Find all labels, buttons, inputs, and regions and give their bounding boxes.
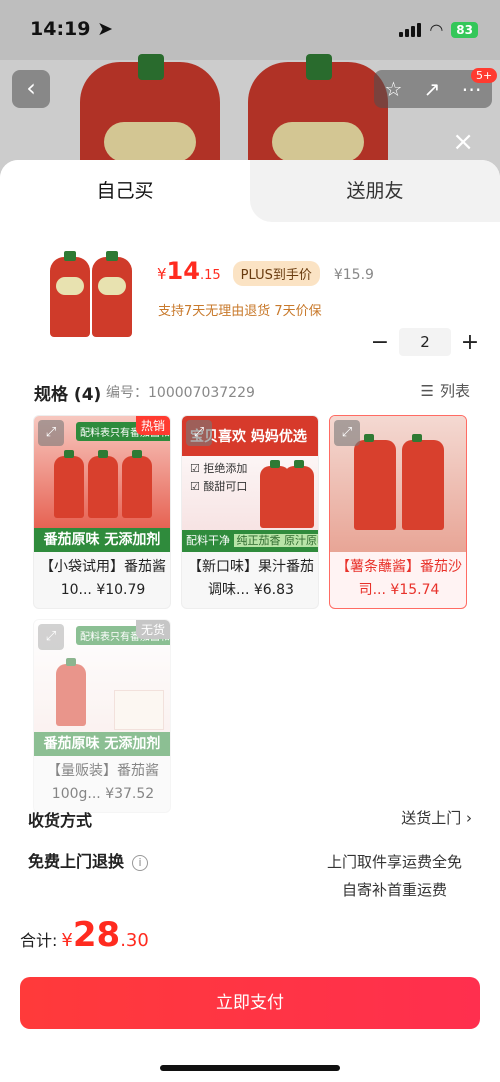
star-icon[interactable]: ☆ [385, 77, 403, 101]
home-indicator [160, 1065, 340, 1071]
feature-banner: 番茄原味 无添加剂 [34, 528, 170, 552]
chevron-left-icon: ‹ [26, 74, 36, 102]
price-decimal: .15 [199, 268, 221, 283]
purchase-sheet: 送朋友 自己买 ¥ 14 .15 PLUS到手价 ¥15.9 支持7天无理由退货… [0, 160, 500, 1082]
spec-option-fries-dip[interactable]: ⤢ 【薯条蘸酱】番茄沙司... ¥15.74 [329, 415, 467, 609]
product-thumbnail [48, 247, 138, 342]
guarantee-text: 支持7天无理由退货 7天价保 [158, 304, 322, 319]
list-icon: ☰ [420, 381, 434, 400]
quantity-input[interactable]: 2 [399, 328, 451, 356]
list-label: 列表 [439, 382, 470, 400]
back-button[interactable]: ‹ [12, 70, 50, 108]
plus-button[interactable]: + [457, 330, 483, 355]
message-badge: 5+ [471, 68, 498, 83]
delivery-method-row[interactable]: 收货方式 送货上门 › [28, 797, 472, 837]
expand-icon[interactable]: ⤢ [186, 420, 212, 446]
total-decimal: .30 [120, 930, 149, 951]
total-label: 合计: [20, 931, 58, 950]
price-row: ¥ 14 .15 PLUS到手价 ¥15.9 [157, 257, 374, 286]
spec-title: 规格 (4) [34, 385, 102, 405]
chevron-right-icon: › [466, 809, 472, 827]
returns-value: 上门取件享运费全免 自寄补首重运费 [326, 853, 462, 899]
quantity-stepper: − 2 + [367, 328, 483, 356]
option-price: ¥10.79 [96, 582, 146, 598]
expand-icon[interactable]: ⤢ [38, 420, 64, 446]
share-icon[interactable]: ↗ [424, 77, 441, 101]
sold-out-badge: 无货 [135, 620, 170, 639]
option-image: ⤢ [330, 416, 466, 552]
checkout-footer: 合计: ¥ 28 .30 立即支付 [0, 905, 500, 1082]
option-image: ⤢ 无货 配料表只有番茄酱和水 番茄原味 无添加剂 [34, 620, 170, 756]
original-price: ¥15.9 [333, 267, 374, 283]
info-icon[interactable]: i [132, 854, 149, 871]
status-bar: 14:19 ➤ ◠ 83 [0, 0, 500, 60]
option-image: ⤢ 热销 配料表只有番茄酱和水 番茄原味 无添加剂 [34, 416, 170, 552]
feature-checklist: ☑ 拒绝添加 ☑ 酸甜可口 [190, 462, 248, 493]
option-image: ⤢ 宝贝喜欢 妈妈优选 ☑ 拒绝添加 ☑ 酸甜可口 配料干净 纯正茄香 原汁原味 [182, 416, 318, 552]
status-time: 14:19 ➤ [30, 18, 114, 40]
product-summary: ¥ 14 .15 PLUS到手价 ¥15.9 支持7天无理由退货 7天价保 − … [12, 222, 488, 356]
tab-buy-self[interactable]: 自己买 [0, 160, 250, 222]
option-label: 【小袋试用】番茄酱10... ¥10.79 [40, 559, 166, 598]
signal-icon [399, 22, 422, 37]
total-row: 合计: ¥ 28 .30 [20, 915, 149, 955]
sheet-content: ¥ 14 .15 PLUS到手价 ¥15.9 支持7天无理由退货 7天价保 − … [0, 222, 500, 910]
hot-badge: 热销 [135, 416, 170, 435]
option-label: 【新口味】果汁番茄调味... ¥6.83 [188, 559, 314, 598]
price-integer: 14 [166, 257, 200, 285]
option-price: ¥15.74 [390, 582, 440, 598]
total-symbol: ¥ [61, 930, 73, 951]
returns-label: 免费上门退换 i [28, 848, 149, 872]
total-integer: 28 [72, 915, 121, 955]
delivery-value: 送货上门 › [401, 809, 472, 827]
minus-button[interactable]: − [367, 330, 393, 355]
expand-icon[interactable]: ⤢ [334, 420, 360, 446]
plus-price-tag: PLUS到手价 [232, 261, 320, 286]
option-price: ¥6.83 [253, 582, 294, 598]
close-icon[interactable]: × [452, 127, 474, 157]
product-code: 编号：100007037229 [106, 385, 255, 401]
tab-bar: 送朋友 自己买 [0, 160, 500, 222]
spec-option-bulk-pack[interactable]: ⤢ 无货 配料表只有番茄酱和水 番茄原味 无添加剂 【量贩装】番茄酱100g..… [33, 619, 171, 813]
pay-now-button[interactable]: 立即支付 [20, 977, 480, 1029]
spec-header: 规格 (4) 编号：100007037229 ☰ 列表 [34, 380, 470, 410]
expand-icon[interactable]: ⤢ [38, 624, 64, 650]
tab-gift-friend[interactable]: 送朋友 [250, 160, 500, 222]
spec-option-trial-pack[interactable]: ⤢ 热销 配料表只有番茄酱和水 番茄原味 无添加剂 【小袋试用】番茄酱10...… [33, 415, 171, 609]
free-return-row: 免费上门退换 i 上门取件享运费全免 自寄补首重运费 [28, 834, 472, 899]
list-view-toggle[interactable]: ☰ 列表 [421, 380, 470, 401]
feature-banner: 配料干净 纯正茄香 原汁原味 [182, 530, 318, 552]
delivery-label: 收货方式 [28, 811, 93, 830]
battery-icon: 83 [451, 21, 478, 38]
price-symbol: ¥ [157, 265, 167, 283]
wifi-icon: ◠ [429, 20, 444, 39]
feature-banner: 番茄原味 无添加剂 [34, 732, 170, 756]
spec-option-new-flavor[interactable]: ⤢ 宝贝喜欢 妈妈优选 ☑ 拒绝添加 ☑ 酸甜可口 配料干净 纯正茄香 原汁原味… [181, 415, 319, 609]
option-label: 【薯条蘸酱】番茄沙司... ¥15.74 [336, 559, 462, 598]
